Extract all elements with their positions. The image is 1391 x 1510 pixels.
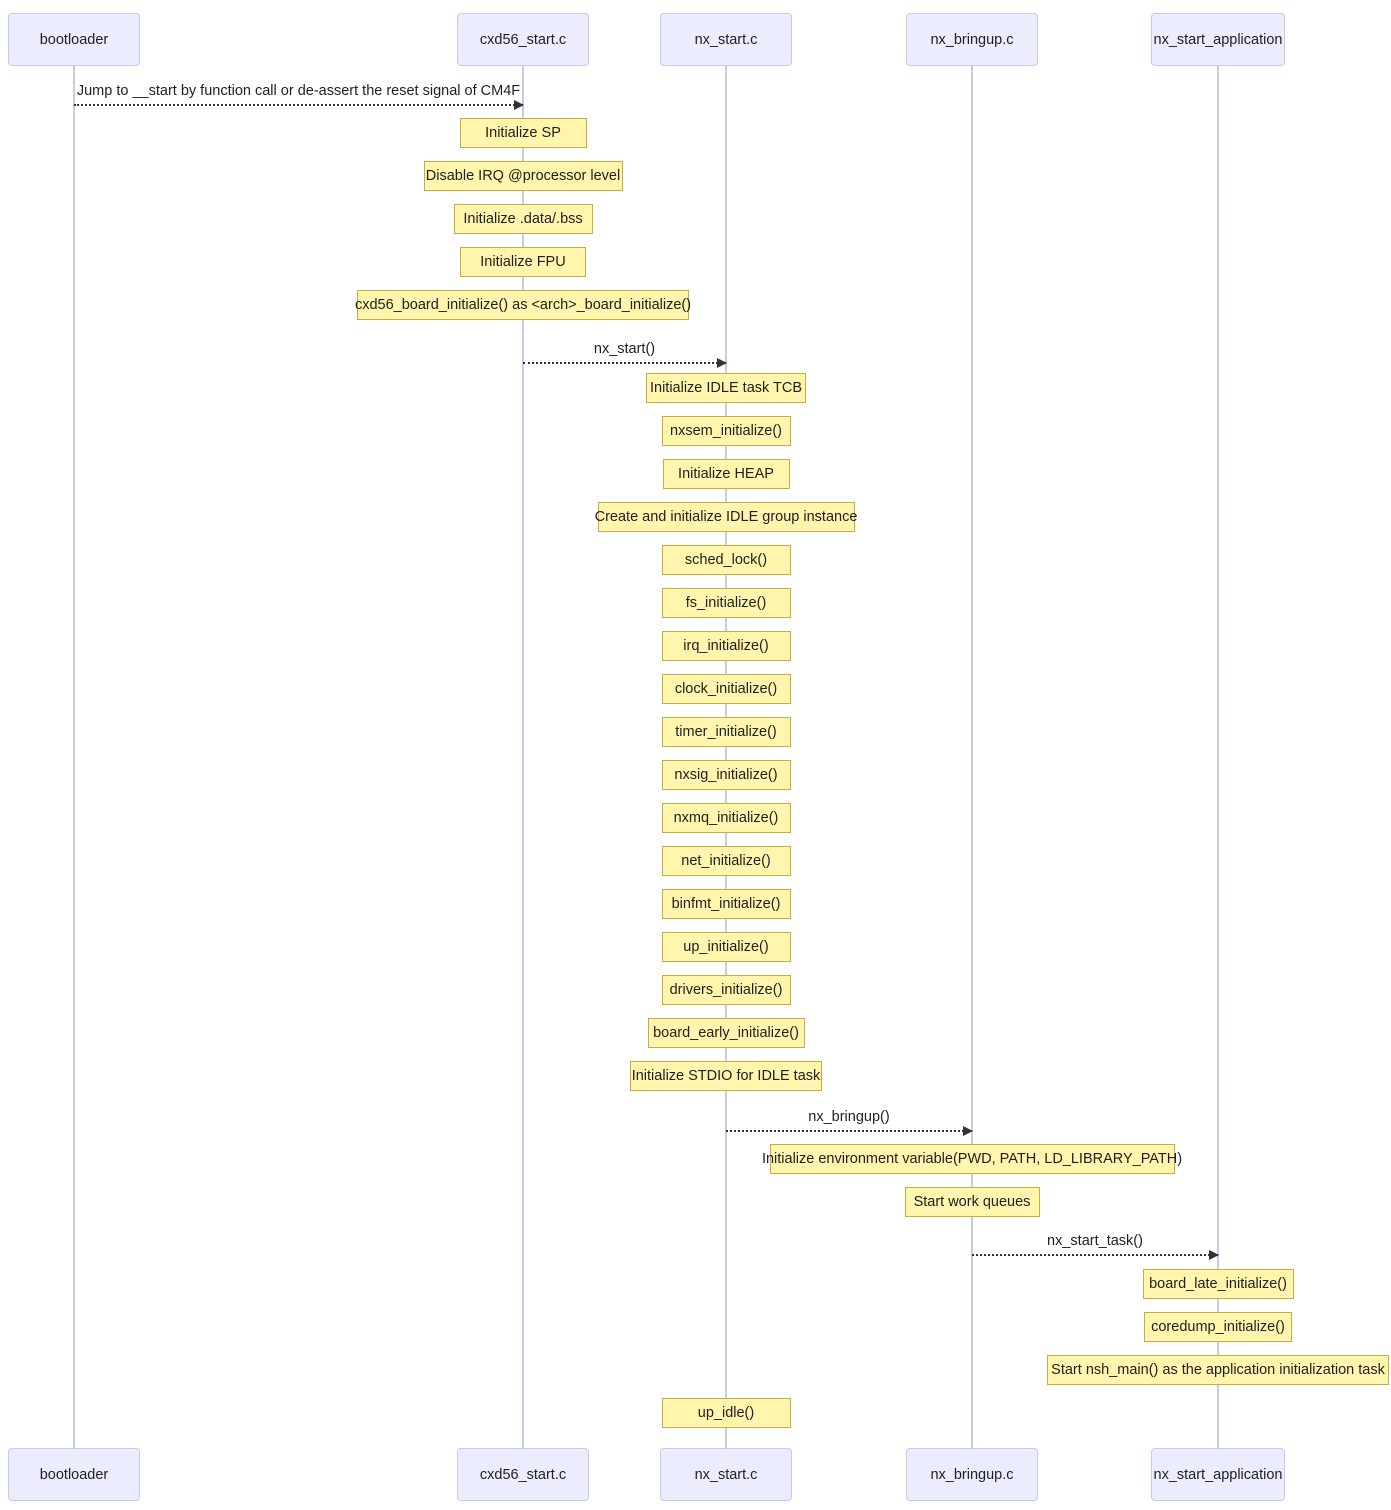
note-label: up_idle(): [697, 1404, 755, 1421]
note-n6: Initialize IDLE task TCB: [646, 373, 806, 403]
note-n22: Initialize STDIO for IDLE task: [630, 1061, 822, 1091]
note-label: Initialize FPU: [480, 253, 566, 270]
arrow-head-icon: [717, 358, 727, 368]
lifeline-nx_bringup: [971, 66, 973, 1448]
note-label: sched_lock(): [684, 551, 768, 568]
note-n19: up_initialize(): [661, 932, 791, 962]
note-label: net_initialize(): [681, 852, 771, 869]
lifeline-nx_start: [725, 66, 727, 1448]
note-n5: cxd56_board_initialize() as <arch>_board…: [354, 290, 692, 320]
arrow-head-icon: [963, 1126, 973, 1136]
participant-label: cxd56_start.c: [479, 1466, 567, 1483]
note-n20: drivers_initialize(): [661, 975, 791, 1005]
note-n4: Initialize FPU: [460, 247, 586, 277]
note-label: Create and initialize IDLE group instanc…: [594, 508, 858, 525]
note-label: Initialize STDIO for IDLE task: [631, 1067, 821, 1084]
note-label: Initialize SP: [485, 124, 561, 141]
participant-label: nx_start.c: [694, 31, 758, 48]
sequence-diagram: bootloader cxd56_start.c nx_start.c nx_brin…: [0, 0, 1391, 1510]
participant-bootloader-bottom: bootloader: [8, 1448, 140, 1501]
note-n16: nxmq_initialize(): [661, 803, 791, 833]
note-label: up_initialize(): [683, 938, 769, 955]
participant-cxd56_start-top: cxd56_start.c: [457, 13, 589, 66]
participant-nx_start-top: nx_start.c: [660, 13, 792, 66]
participant-label: nx_bringup.c: [930, 31, 1014, 48]
message-arrow-m1: [74, 100, 524, 110]
participant-label: bootloader: [39, 1466, 109, 1483]
participant-cxd56_start-bottom: cxd56_start.c: [457, 1448, 589, 1501]
note-n13: clock_initialize(): [661, 674, 791, 704]
participant-bootloader-top: bootloader: [8, 13, 140, 66]
participant-label: nx_bringup.c: [930, 1466, 1014, 1483]
note-label: Initialize IDLE task TCB: [649, 379, 803, 396]
note-n27: Start nsh_main() as the application init…: [1047, 1355, 1389, 1385]
participant-label: bootloader: [39, 31, 109, 48]
participant-nx_start-bottom: nx_start.c: [660, 1448, 792, 1501]
note-label: nxsem_initialize(): [670, 422, 783, 439]
message-label-m1: Jump to __start by function call or de-a…: [76, 83, 521, 99]
participant-nx_start_application-bottom: nx_start_application: [1151, 1448, 1285, 1501]
note-n9: Create and initialize IDLE group instanc…: [594, 502, 858, 532]
note-label: cxd56_board_initialize() as <arch>_board…: [354, 296, 692, 313]
note-n10: sched_lock(): [661, 545, 791, 575]
note-label: nxmq_initialize(): [673, 809, 779, 826]
arrow-head-icon: [514, 100, 524, 110]
note-label: drivers_initialize(): [669, 981, 783, 998]
note-n18: binfmt_initialize(): [661, 889, 791, 919]
note-label: Start work queues: [913, 1193, 1031, 1210]
lifeline-bootloader: [73, 66, 75, 1448]
message-arrow-m3: [726, 1126, 973, 1136]
message-label-m3: nx_bringup(): [808, 1109, 890, 1125]
participant-nx_start_application-top: nx_start_application: [1151, 13, 1285, 66]
note-n12: irq_initialize(): [661, 631, 791, 661]
note-n23: Initialize environment variable(PWD, PAT…: [762, 1144, 1182, 1174]
participant-nx_bringup-bottom: nx_bringup.c: [906, 1448, 1038, 1501]
participant-nx_bringup-top: nx_bringup.c: [906, 13, 1038, 66]
note-label: Disable IRQ @processor level: [425, 167, 621, 184]
note-n25: board_late_initialize(): [1142, 1269, 1294, 1299]
note-n8: Initialize HEAP: [662, 459, 790, 489]
lifeline-nx_start_application: [1217, 66, 1219, 1448]
note-label: clock_initialize(): [674, 680, 778, 697]
arrow-head-icon: [1209, 1250, 1219, 1260]
note-n14: timer_initialize(): [661, 717, 791, 747]
participant-label: nx_start_application: [1153, 1466, 1283, 1483]
note-n11: fs_initialize(): [661, 588, 791, 618]
note-n3: Initialize .data/.bss: [453, 204, 593, 234]
message-arrow-m4: [972, 1250, 1219, 1260]
note-label: fs_initialize(): [685, 594, 767, 611]
participant-label: nx_start.c: [694, 1466, 758, 1483]
note-n17: net_initialize(): [661, 846, 791, 876]
note-n26: coredump_initialize(): [1144, 1312, 1292, 1342]
note-label: Initialize HEAP: [678, 465, 774, 482]
note-n15: nxsig_initialize(): [661, 760, 791, 790]
note-label: timer_initialize(): [675, 723, 777, 740]
message-label-m4: nx_start_task(): [1047, 1233, 1143, 1249]
note-n7: nxsem_initialize(): [661, 416, 791, 446]
note-label: board_late_initialize(): [1149, 1275, 1287, 1292]
note-label: Initialize .data/.bss: [463, 210, 583, 227]
note-label: coredump_initialize(): [1151, 1318, 1285, 1335]
note-n28: up_idle(): [661, 1398, 791, 1428]
note-n24: Start work queues: [904, 1187, 1040, 1217]
note-label: Initialize environment variable(PWD, PAT…: [761, 1150, 1183, 1167]
note-label: binfmt_initialize(): [671, 895, 781, 912]
note-n21: board_early_initialize(): [647, 1018, 805, 1048]
note-n1: Initialize SP: [459, 118, 587, 148]
note-label: nxsig_initialize(): [674, 766, 778, 783]
note-label: irq_initialize(): [683, 637, 769, 654]
participant-label: cxd56_start.c: [479, 31, 567, 48]
message-arrow-m2: [523, 358, 727, 368]
note-label: Start nsh_main() as the application init…: [1051, 1361, 1385, 1378]
note-label: board_early_initialize(): [653, 1024, 799, 1041]
message-label-m2: nx_start(): [593, 341, 656, 357]
participant-label: nx_start_application: [1153, 31, 1283, 48]
note-n2: Disable IRQ @processor level: [423, 161, 623, 191]
